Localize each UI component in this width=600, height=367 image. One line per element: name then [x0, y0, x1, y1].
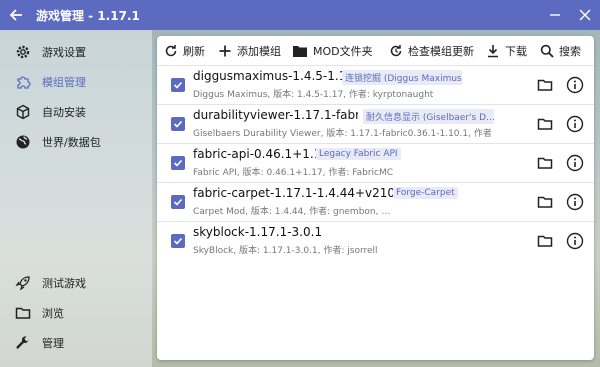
open-folder-icon[interactable] [537, 77, 553, 93]
search-button[interactable]: 搜索 [540, 36, 581, 65]
list-item[interactable]: durabilityviewer-1.17.1-fabric… 耐久信息显示 (… [157, 104, 594, 142]
wrench-icon [12, 332, 34, 354]
arrow-left-icon [9, 9, 22, 21]
sidebar-item-manage[interactable]: 管理 [0, 328, 152, 358]
list-item[interactable]: skyblock-1.17.1-3.0.1 SkyBlock, 版本: 1.17… [157, 221, 594, 259]
mod-description: Giselbaers Durability Viewer, 版本: 1.17.1… [193, 129, 493, 139]
globe-icon [12, 131, 34, 153]
info-icon[interactable] [566, 154, 584, 172]
toolbar: 刷新 添加模组 MOD文件夹 检查模组更新 下载 搜索 [157, 36, 594, 65]
refresh-button[interactable]: 刷新 [164, 36, 205, 65]
enabled-checkbox[interactable] [171, 78, 185, 92]
title-bar: 游戏管理 - 1.17.1 [0, 0, 600, 30]
close-icon [579, 9, 591, 21]
info-icon[interactable] [566, 115, 584, 133]
mod-name: diggusmaximus-1.4.5-1.17 [193, 69, 354, 83]
sidebar-item-mod-management[interactable]: 模组管理 [0, 67, 152, 97]
update-icon [390, 44, 402, 56]
search-icon [540, 44, 554, 58]
sidebar-item-label: 管理 [42, 337, 64, 350]
sidebar-item-auto-install[interactable]: 自动安装 [0, 97, 152, 127]
mod-folder-label: MOD文件夹 [313, 44, 373, 58]
mod-name: durabilityviewer-1.17.1-fabric… [193, 108, 358, 122]
info-icon[interactable] [566, 232, 584, 250]
mod-name: fabric-carpet-1.17.1-1.4.44+v210714 [193, 186, 418, 200]
minimize-icon [550, 14, 560, 16]
rocket-icon [12, 272, 34, 294]
download-icon [488, 44, 498, 57]
sidebar-item-game-settings[interactable]: 游戏设置 [0, 37, 152, 67]
sidebar-item-label: 浏览 [42, 307, 64, 320]
puzzle-icon [12, 71, 34, 93]
sidebar-item-label: 世界/数据包 [42, 136, 101, 149]
check-icon [173, 120, 183, 128]
enabled-checkbox[interactable] [171, 234, 185, 248]
plus-icon [219, 45, 231, 56]
sidebar-item-label: 自动安装 [42, 106, 86, 119]
gear-icon [12, 41, 34, 63]
sidebar-item-browse[interactable]: 浏览 [0, 298, 152, 328]
sidebar-item-label: 游戏设置 [42, 46, 86, 59]
mod-description: Carpet Mod, 版本: 1.4.44, 作者: gnembon, … [193, 207, 391, 217]
search-label: 搜索 [559, 44, 581, 58]
mod-name: fabric-api-0.46.1+1.17 [193, 147, 329, 161]
check-icon [173, 81, 183, 89]
open-folder-icon[interactable] [537, 155, 553, 171]
download-label: 下载 [505, 44, 527, 58]
mod-description: SkyBlock, 版本: 1.17.1-3.0.1, 作者: jsorrell [193, 246, 378, 256]
open-folder-icon[interactable] [537, 233, 553, 249]
window-title: 游戏管理 - 1.17.1 [36, 8, 140, 23]
close-button[interactable] [570, 0, 600, 30]
folder-icon [293, 45, 307, 57]
enabled-checkbox[interactable] [171, 195, 185, 209]
mod-tag: 连锁挖掘 (Diggus Maximus) [342, 70, 462, 85]
mod-list-panel: 刷新 添加模组 MOD文件夹 检查模组更新 下载 搜索 diggusmaximu… [157, 36, 594, 360]
cube-icon [12, 101, 34, 123]
info-icon[interactable] [566, 193, 584, 211]
refresh-icon [165, 44, 177, 56]
sidebar-item-label: 模组管理 [42, 76, 86, 89]
enabled-checkbox[interactable] [171, 117, 185, 131]
enabled-checkbox[interactable] [171, 156, 185, 170]
minimize-button[interactable] [540, 0, 570, 30]
sidebar-item-test-game[interactable]: 测试游戏 [0, 268, 152, 298]
download-button[interactable]: 下载 [486, 36, 527, 65]
list-item[interactable]: diggusmaximus-1.4.5-1.17 连锁挖掘 (Diggus Ma… [157, 65, 594, 103]
add-mod-label: 添加模组 [237, 44, 281, 58]
check-icon [173, 237, 183, 245]
check-icon [173, 198, 183, 206]
sidebar-item-label: 测试游戏 [42, 277, 86, 290]
refresh-label: 刷新 [183, 44, 205, 58]
mod-tag: Forge-Carpet [393, 187, 458, 199]
add-mod-button[interactable]: 添加模组 [218, 36, 281, 65]
open-folder-icon[interactable] [537, 116, 553, 132]
mod-name: skyblock-1.17.1-3.0.1 [193, 225, 323, 239]
check-updates-button[interactable]: 检查模组更新 [389, 36, 474, 65]
mod-tag: 耐久信息显示 (Giselbaer's D… [363, 109, 494, 124]
list-item[interactable]: fabric-api-0.46.1+1.17 Legacy Fabric API… [157, 143, 594, 181]
mod-description: Fabric API, 版本: 0.46.1+1.17, 作者: FabricM… [193, 168, 394, 178]
folder-icon [12, 302, 34, 324]
info-icon[interactable] [566, 76, 584, 94]
check-updates-label: 检查模组更新 [408, 44, 474, 58]
mod-description: Diggus Maximus, 版本: 1.4.5-1.17, 作者: kyrp… [193, 90, 434, 100]
sidebar-item-worlds[interactable]: 世界/数据包 [0, 127, 152, 157]
back-button[interactable] [0, 0, 32, 30]
list-item[interactable]: fabric-carpet-1.17.1-1.4.44+v210714 Forg… [157, 182, 594, 220]
mod-tag: Legacy Fabric API [316, 148, 401, 160]
open-folder-icon[interactable] [537, 194, 553, 210]
sidebar: 游戏设置 模组管理 自动安装 世界/数据包 测试游戏 浏览 管理 [0, 30, 152, 367]
mod-folder-button[interactable]: MOD文件夹 [292, 36, 373, 65]
check-icon [173, 159, 183, 167]
